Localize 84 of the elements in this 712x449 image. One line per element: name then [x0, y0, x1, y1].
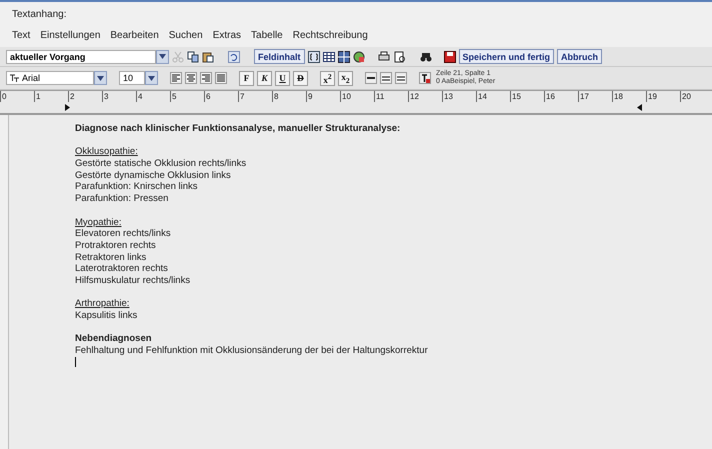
line-equal-icon[interactable] — [395, 72, 407, 84]
vorgang-dropdown[interactable]: aktueller Vorgang — [6, 50, 156, 64]
paste-icon[interactable] — [202, 50, 214, 62]
caret-icon — [97, 76, 104, 80]
strikethrough-button[interactable]: D — [293, 70, 308, 86]
bold-button[interactable]: F — [239, 70, 254, 86]
superscript-button[interactable]: x$^{2}$ — [320, 70, 335, 86]
italic-button[interactable]: K — [257, 70, 272, 86]
ruler-number: 8 — [272, 91, 306, 102]
undo-icon[interactable] — [228, 50, 240, 62]
heading: Myopathie: — [75, 216, 122, 228]
ruler-number: 14 — [476, 91, 510, 102]
ruler-number: 1 — [34, 91, 68, 102]
caret-icon — [148, 76, 155, 80]
text-line: Retraktoren links — [75, 252, 148, 264]
printer-icon[interactable] — [376, 50, 390, 62]
ruler-number: 3 — [102, 91, 136, 102]
copy-icon[interactable] — [187, 50, 199, 62]
line-double-icon[interactable] — [380, 72, 392, 84]
heading: Arthropathie: — [75, 298, 130, 310]
underline-button[interactable]: U — [275, 70, 290, 86]
font-dropdown[interactable]: Arial — [6, 71, 94, 85]
text-line: Protraktoren rechts — [75, 240, 157, 252]
text-color-icon[interactable] — [419, 72, 431, 84]
heading: Okklusopathie: — [75, 146, 139, 158]
menu-item[interactable]: Einstellungen — [40, 30, 100, 47]
indent-marker-icon[interactable] — [65, 104, 70, 111]
text-line: Gestörte dynamische Okklusion links — [75, 170, 232, 182]
menu-item[interactable]: Bearbeiten — [110, 30, 159, 47]
size-dropdown[interactable]: 10 — [119, 71, 145, 85]
menu-item[interactable]: Rechtschreibung — [292, 30, 368, 47]
text-line: Parafunktion: Pressen — [75, 193, 170, 205]
ruler-number: 10 — [340, 91, 374, 102]
menu-item[interactable]: Extras — [212, 30, 242, 47]
dropdown-button[interactable] — [94, 71, 107, 85]
text-line: Gestörte statische Okklusion rechts/links — [75, 158, 248, 170]
menu-item[interactable]: Suchen — [168, 30, 203, 47]
save-button[interactable]: Speichern und fertig — [458, 49, 554, 64]
ruler-number: 12 — [408, 91, 442, 102]
ruler-number: 17 — [578, 91, 612, 102]
subscript-button[interactable]: x$_{2}$ — [338, 70, 353, 86]
dropdown-button[interactable] — [156, 50, 169, 64]
text-line: Fehlhaltung und Fehlfunktion mit Okklusionsänderung der bei der Haltungskorrektur — [75, 345, 429, 357]
table-icon[interactable] — [322, 50, 334, 62]
justify-icon[interactable] — [215, 72, 227, 84]
heading: Diagnose nach klinischer Funktionsanalyse, manueller Strukturanalyse: — [75, 123, 402, 135]
text-cursor — [75, 356, 76, 367]
menu-item[interactable]: Tabelle — [251, 30, 283, 47]
menu-item[interactable]: Text — [12, 30, 30, 47]
ruler-number: 5 — [170, 91, 204, 102]
ruler-number: 6 — [204, 91, 238, 102]
ruler-number: 0 — [0, 91, 34, 102]
preview-icon[interactable] — [394, 50, 406, 62]
caret-icon — [159, 54, 166, 59]
ruler-number: 13 — [442, 91, 476, 102]
binoculars-icon[interactable] — [420, 50, 432, 62]
ruler-number: 11 — [374, 91, 408, 102]
ruler-number: 20 — [680, 91, 712, 102]
ruler-number: 9 — [306, 91, 340, 102]
heading: Nebendiagnosen — [75, 333, 153, 346]
line-single-icon[interactable] — [365, 72, 377, 84]
text-line: Parafunktion: Knirschen links — [75, 181, 199, 194]
braces-icon[interactable] — [308, 50, 320, 62]
align-center-icon[interactable] — [185, 72, 197, 84]
dropdown-button[interactable] — [145, 71, 158, 85]
ruler-number: 18 — [612, 91, 646, 102]
ruler-number: 16 — [544, 91, 578, 102]
ruler-number: 15 — [510, 91, 544, 102]
cancel-button[interactable]: Abbruch — [557, 49, 602, 64]
font-icon — [10, 74, 19, 82]
tab-stop-icon[interactable] — [637, 104, 642, 111]
text-line: Elevatoren rechts/links — [75, 228, 172, 240]
ruler-number: 4 — [136, 91, 170, 102]
text-line: Laterotraktoren rechts — [75, 263, 169, 275]
align-right-icon[interactable] — [200, 72, 212, 84]
text-line: Hilfsmuskulatur rechts/links — [75, 274, 192, 287]
grid-icon[interactable] — [338, 50, 350, 62]
ruler-number: 2 — [68, 91, 102, 102]
text-line: Kapsulitis links — [75, 310, 138, 322]
ruler-number: 19 — [646, 91, 680, 102]
window-title: Textanhang: — [11, 8, 68, 22]
feldinhalt-button[interactable]: Feldinhalt — [254, 49, 304, 64]
align-left-icon[interactable] — [170, 72, 182, 84]
ruler-number: 7 — [238, 91, 272, 102]
